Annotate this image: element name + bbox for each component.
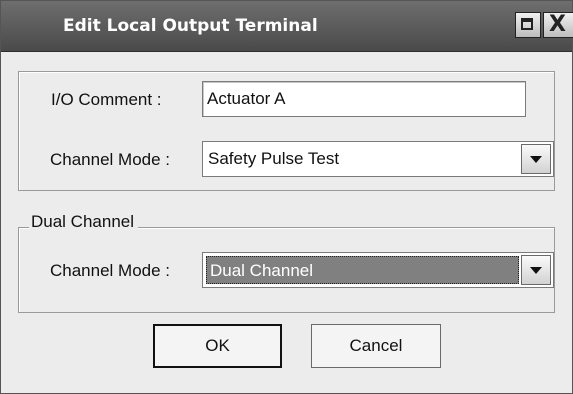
close-icon: X: [549, 12, 566, 37]
channel-mode-dropdown-button[interactable]: [521, 144, 551, 174]
channel-mode-label: Channel Mode :: [50, 150, 171, 169]
channel-mode-select[interactable]: Safety Pulse Test: [202, 141, 554, 177]
dual-channel-mode-label: Channel Mode :: [50, 261, 171, 280]
window-title: Edit Local Output Terminal: [63, 16, 318, 36]
dual-channel-mode-selection: Dual Channel: [206, 256, 519, 284]
edit-local-output-terminal-dialog: Edit Local Output Terminal X I/O Comment…: [0, 0, 573, 394]
close-button[interactable]: X: [543, 12, 573, 38]
channel-mode-value: Safety Pulse Test: [208, 149, 340, 168]
dual-channel-mode-value: Dual Channel: [210, 261, 314, 280]
dual-channel-mode-dropdown-button[interactable]: [521, 255, 551, 285]
ok-button[interactable]: OK: [153, 324, 282, 368]
io-comment-value: Actuator A: [207, 89, 286, 108]
title-bar[interactable]: Edit Local Output Terminal X: [1, 1, 573, 52]
dual-channel-group-legend: Dual Channel: [29, 212, 139, 232]
io-comment-input[interactable]: Actuator A: [202, 81, 526, 117]
cancel-button[interactable]: Cancel: [311, 324, 441, 368]
maximize-button[interactable]: [515, 12, 541, 38]
maximize-icon: [521, 18, 533, 30]
io-comment-label: I/O Comment :: [51, 90, 162, 109]
chevron-down-icon: [530, 267, 542, 274]
dual-channel-mode-select[interactable]: Dual Channel: [202, 252, 554, 288]
chevron-down-icon: [530, 156, 542, 163]
